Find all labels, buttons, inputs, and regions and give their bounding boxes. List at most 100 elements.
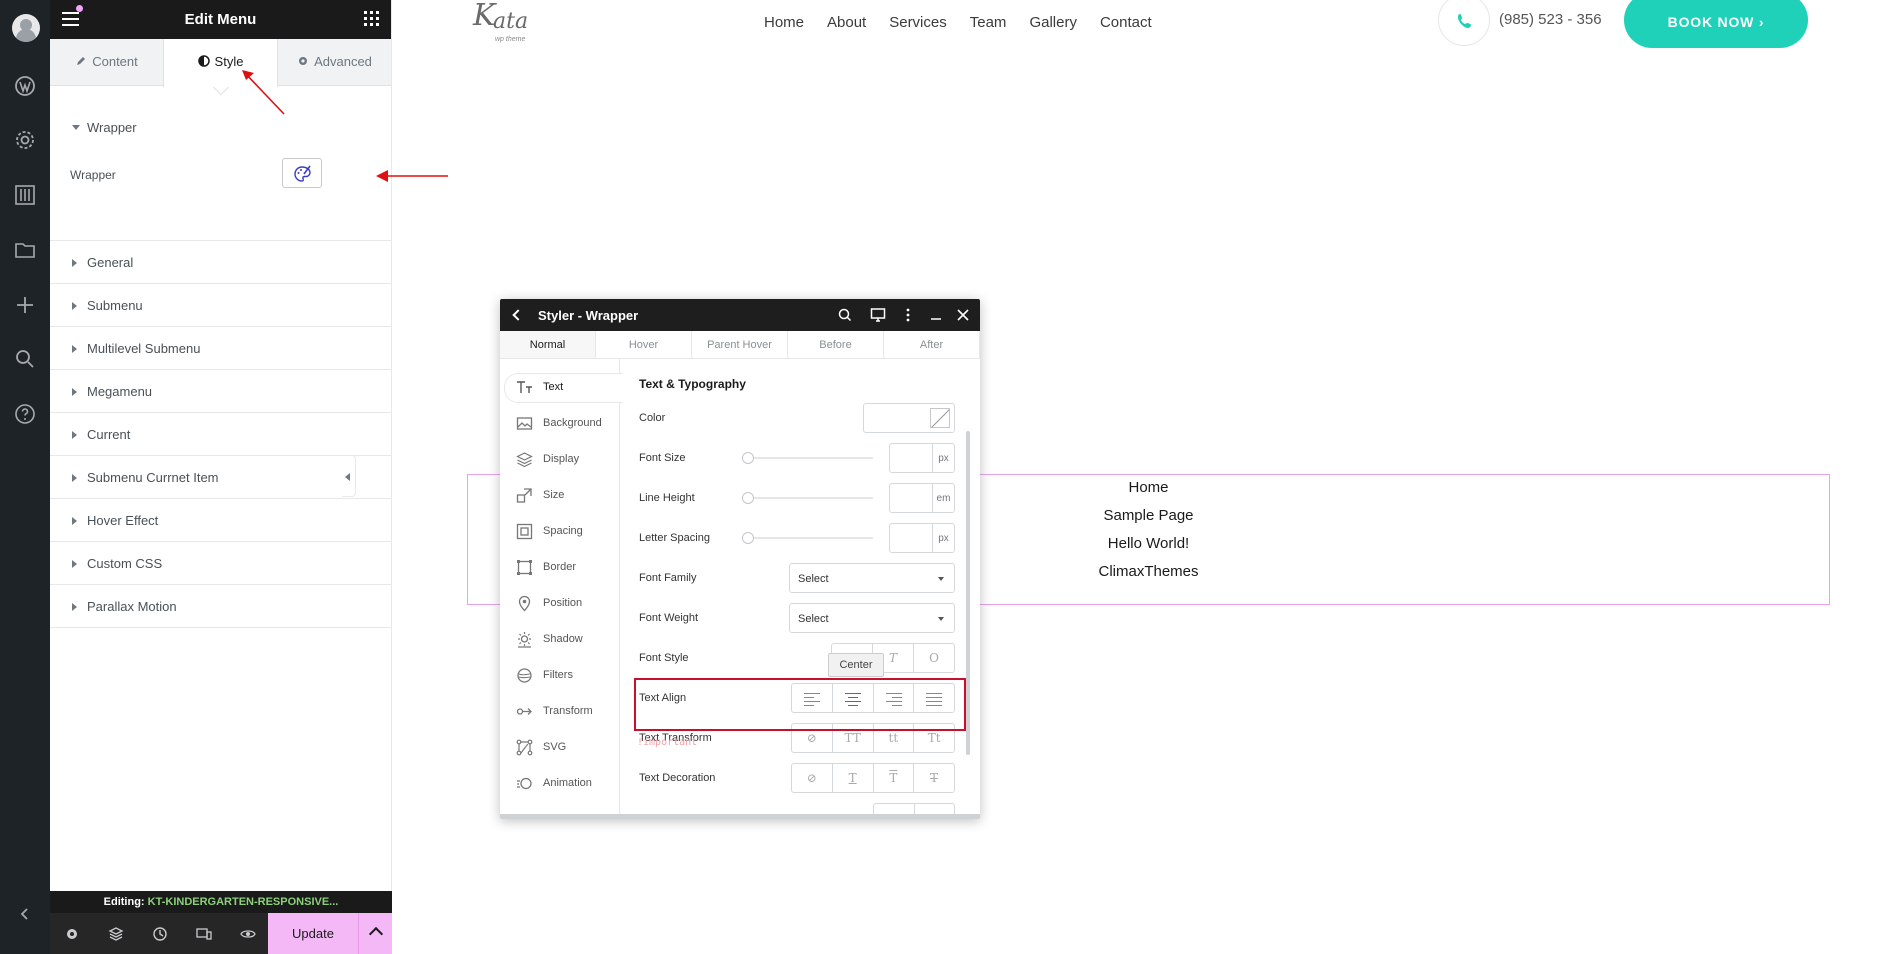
- caret-right-icon: [72, 345, 77, 353]
- wordpress-icon[interactable]: [13, 74, 37, 98]
- settings-gear-icon[interactable]: [13, 128, 37, 152]
- wrapper-styler-button[interactable]: [282, 158, 322, 188]
- navigator-button[interactable]: [94, 913, 138, 954]
- help-icon[interactable]: [13, 402, 37, 426]
- color-picker[interactable]: [863, 403, 955, 433]
- decoration-line-through[interactable]: T: [914, 764, 954, 792]
- site-phone-number[interactable]: (985) 523 - 356: [1499, 11, 1602, 28]
- font-family-select[interactable]: Select: [789, 563, 955, 593]
- slider-handle[interactable]: [742, 452, 754, 464]
- decoration-overline[interactable]: T: [874, 764, 915, 792]
- search-icon[interactable]: [13, 347, 37, 371]
- letter-spacing-slider[interactable]: [742, 532, 873, 544]
- styler-nav-transform[interactable]: Transform: [500, 693, 619, 729]
- update-button[interactable]: Update: [268, 913, 358, 954]
- folder-icon[interactable]: [13, 238, 37, 262]
- cog-icon: [299, 57, 308, 65]
- elementor-panel: Edit Menu Content Style Advanced Wrapper…: [50, 0, 392, 954]
- styler-nav-spacing[interactable]: Spacing: [500, 513, 619, 549]
- line-height-slider[interactable]: [742, 492, 873, 504]
- styler-nav-size[interactable]: Size: [500, 477, 619, 513]
- styler-nav-text[interactable]: Text: [500, 369, 623, 405]
- state-tab-hover[interactable]: Hover: [596, 331, 692, 358]
- site-logo[interactable]: K ata wp theme: [467, 0, 547, 48]
- svg-icon: [516, 739, 533, 756]
- state-tab-before[interactable]: Before: [788, 331, 884, 358]
- palette-brush-icon: [294, 165, 311, 182]
- back-chevron-icon[interactable]: [512, 309, 524, 321]
- responsive-mode-button[interactable]: [182, 913, 226, 954]
- font-size-input[interactable]: [889, 443, 933, 473]
- styler-nav-shadow[interactable]: Shadow: [500, 621, 619, 657]
- nav-gallery[interactable]: Gallery: [1029, 14, 1077, 31]
- close-icon[interactable]: [955, 307, 971, 323]
- book-now-button[interactable]: BOOK NOW ›: [1624, 0, 1808, 48]
- text-typography-heading: Text & Typography: [639, 377, 746, 391]
- nav-home[interactable]: Home: [764, 14, 804, 31]
- font-family-control: Font Family Select: [639, 563, 955, 593]
- line-height-input[interactable]: [889, 483, 933, 513]
- state-tab-parent-hover[interactable]: Parent Hover: [692, 331, 788, 358]
- more-options-icon[interactable]: [900, 307, 916, 323]
- section-general[interactable]: General: [50, 241, 391, 284]
- font-style-oblique[interactable]: O: [914, 644, 954, 672]
- font-weight-select[interactable]: Select: [789, 603, 955, 633]
- minimize-icon[interactable]: [928, 307, 944, 323]
- font-size-unit[interactable]: px: [933, 443, 955, 473]
- editing-status: Editing: KT-KINDERGARTEN-RESPONSIVE...: [50, 891, 392, 913]
- letter-spacing-control: Letter Spacing px: [639, 523, 955, 553]
- annotation-arrow-style-tab: [242, 70, 285, 115]
- desktop-icon[interactable]: [870, 307, 886, 323]
- position-icon: [518, 595, 531, 612]
- slider-handle[interactable]: [742, 492, 754, 504]
- styler-nav-svg[interactable]: SVG: [500, 729, 619, 765]
- history-button[interactable]: [138, 913, 182, 954]
- tab-content[interactable]: Content: [50, 39, 163, 85]
- tab-advanced[interactable]: Advanced: [278, 39, 391, 85]
- logo-subtext: wp theme: [495, 36, 526, 43]
- styler-nav-border[interactable]: Border: [500, 549, 619, 585]
- section-megamenu[interactable]: Megamenu: [50, 370, 391, 413]
- user-avatar[interactable]: [12, 14, 40, 42]
- decoration-none[interactable]: ⊘: [792, 764, 833, 792]
- section-hover-effect[interactable]: Hover Effect: [50, 499, 391, 542]
- sliders-icon[interactable]: [13, 183, 37, 207]
- section-multilevel-submenu[interactable]: Multilevel Submenu: [50, 327, 391, 370]
- collapse-chevron-icon[interactable]: [13, 902, 37, 926]
- nav-about[interactable]: About: [827, 14, 866, 31]
- line-height-unit[interactable]: em: [933, 483, 955, 513]
- important-tag[interactable]: !important: [637, 737, 697, 748]
- state-tab-after[interactable]: After: [884, 331, 980, 358]
- styler-nav-filters[interactable]: Filters: [500, 657, 619, 693]
- logo-text: ata: [493, 9, 529, 34]
- settings-button[interactable]: [50, 913, 94, 954]
- styler-scrollbar[interactable]: [966, 431, 970, 755]
- section-parallax-motion[interactable]: Parallax Motion: [50, 585, 391, 628]
- letter-spacing-input[interactable]: [889, 523, 933, 553]
- slider-handle[interactable]: [742, 532, 754, 544]
- nav-services[interactable]: Services: [889, 14, 947, 31]
- section-submenu[interactable]: Submenu: [50, 284, 391, 327]
- styler-nav-display[interactable]: Display: [500, 441, 619, 477]
- wrapper-section-heading[interactable]: Wrapper: [72, 120, 137, 135]
- nav-team[interactable]: Team: [970, 14, 1007, 31]
- decoration-underline[interactable]: T: [833, 764, 874, 792]
- styler-nav-animation[interactable]: Animation: [500, 765, 619, 801]
- preview-button[interactable]: [226, 913, 270, 954]
- add-plus-icon[interactable]: [13, 293, 37, 317]
- update-options-chevron-icon[interactable]: [358, 913, 392, 954]
- section-current[interactable]: Current: [50, 413, 391, 456]
- styler-horizontal-scrollbar[interactable]: [500, 814, 980, 819]
- font-size-slider[interactable]: [742, 452, 873, 464]
- section-submenu-current-item[interactable]: Submenu Currnet Item: [50, 456, 391, 499]
- nav-contact[interactable]: Contact: [1100, 14, 1152, 31]
- letter-spacing-unit[interactable]: px: [933, 523, 955, 553]
- state-tab-normal[interactable]: Normal: [500, 331, 596, 358]
- widgets-grid-icon[interactable]: [364, 11, 379, 26]
- panel-collapse-toggle[interactable]: [342, 455, 356, 497]
- caret-down-icon: [72, 125, 80, 130]
- section-custom-css[interactable]: Custom CSS: [50, 542, 391, 585]
- styler-nav-position[interactable]: Position: [500, 585, 619, 621]
- search-icon[interactable]: [837, 307, 853, 323]
- styler-nav-background[interactable]: Background: [500, 405, 619, 441]
